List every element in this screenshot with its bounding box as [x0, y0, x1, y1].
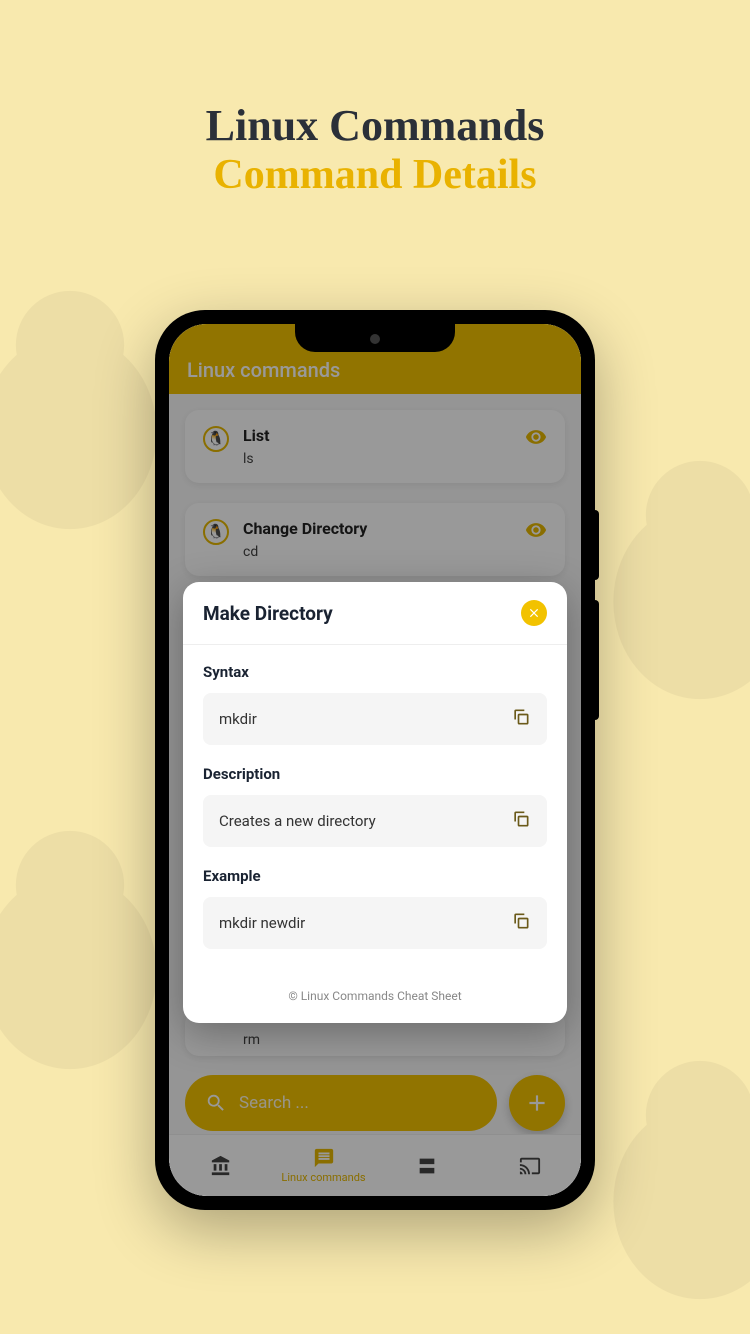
heading-line2: Command Details [0, 151, 750, 199]
page-heading: Linux Commands Command Details [0, 0, 750, 199]
example-value: mkdir newdir [219, 914, 305, 932]
description-value: Creates a new directory [219, 812, 376, 830]
phone-button [595, 600, 599, 720]
section-label-example: Example [203, 867, 547, 885]
copy-button[interactable] [511, 707, 531, 731]
section-label-description: Description [203, 765, 547, 783]
modal-header: Make Directory [183, 582, 567, 645]
heading-line1: Linux Commands [0, 100, 750, 151]
screen: Linux commands 🐧 List ls 🐧 Chan [169, 324, 581, 1196]
copy-icon [511, 809, 531, 829]
phone-frame: Linux commands 🐧 List ls 🐧 Chan [155, 310, 595, 1210]
modal-title: Make Directory [203, 602, 333, 625]
close-icon [527, 606, 541, 620]
description-box: Creates a new directory [203, 795, 547, 847]
copy-icon [511, 707, 531, 727]
modal-body: Syntax mkdir Description Creates a new d… [183, 645, 567, 979]
syntax-value: mkdir [219, 710, 257, 728]
example-box: mkdir newdir [203, 897, 547, 949]
command-detail-modal: Make Directory Syntax mkdir Description … [183, 582, 567, 1023]
bg-penguin [590, 450, 750, 714]
close-button[interactable] [521, 600, 547, 626]
copy-icon [511, 911, 531, 931]
copy-button[interactable] [511, 809, 531, 833]
phone-button [595, 510, 599, 580]
bg-penguin [590, 1050, 750, 1314]
bg-penguin [0, 280, 180, 544]
notch [295, 324, 455, 352]
syntax-box: mkdir [203, 693, 547, 745]
copy-button[interactable] [511, 911, 531, 935]
section-label-syntax: Syntax [203, 663, 547, 681]
bg-penguin [0, 820, 180, 1084]
modal-footer: © Linux Commands Cheat Sheet [183, 979, 567, 1023]
